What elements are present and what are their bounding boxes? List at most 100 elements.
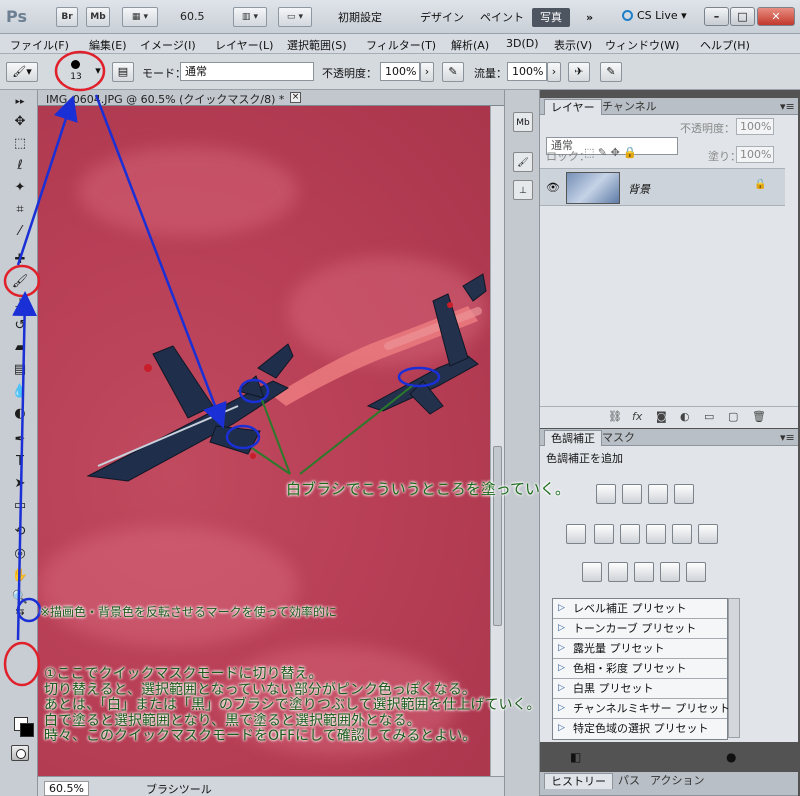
clone-stamp-tool-icon[interactable]: ⊥ xyxy=(11,296,29,312)
workspace-painting[interactable]: ペイント xyxy=(472,8,532,27)
fill-input[interactable]: 100% xyxy=(736,146,774,163)
quick-selection-tool-icon[interactable]: ✦ xyxy=(11,180,29,196)
gradient-tool-icon[interactable]: ▤ xyxy=(11,362,29,378)
mode-select[interactable]: 通常 xyxy=(180,62,314,81)
zoom-level[interactable]: 60.5 xyxy=(180,10,205,23)
3d-rotate-tool-icon[interactable]: ⟲ xyxy=(11,524,29,540)
pen-tool-icon[interactable]: ✒ xyxy=(11,432,29,448)
lasso-tool-icon[interactable]: ℓ xyxy=(11,158,29,174)
layer-row-background[interactable]: 👁 背景 🔒 xyxy=(540,168,785,206)
3d-orbit-tool-icon[interactable]: ◎ xyxy=(11,546,29,562)
brightness-icon[interactable] xyxy=(596,484,616,504)
blur-tool-icon[interactable]: 💧 xyxy=(11,384,29,400)
preset-black-white[interactable]: 白黒 プリセット xyxy=(553,679,727,699)
toolbox-collapse-icon[interactable]: ▸▸ xyxy=(11,94,29,110)
preset-selective-color[interactable]: 特定色域の選択 プリセット xyxy=(553,719,727,739)
background-color-swatch[interactable] xyxy=(20,723,34,737)
preset-exposure[interactable]: 露光量 プリセット xyxy=(553,639,727,659)
levels-icon[interactable] xyxy=(622,484,642,504)
screen-mode-button[interactable]: ▭ ▾ xyxy=(278,7,312,27)
workspace-photography[interactable]: 写真 xyxy=(532,8,570,27)
link-layers-icon[interactable]: ⛓ xyxy=(608,410,622,423)
photo-filter-icon[interactable] xyxy=(672,524,692,544)
opacity-input[interactable]: 100% xyxy=(380,62,420,81)
menu-select[interactable]: 選択範囲(S) xyxy=(287,37,347,53)
lock-icons[interactable]: ⬚ ✎ ✥ 🔒 xyxy=(584,146,637,159)
airbrush-icon[interactable]: ✈ xyxy=(568,62,590,82)
preset-curves[interactable]: トーンカーブ プリセット xyxy=(553,619,727,639)
preset-channel-mixer[interactable]: チャンネルミキサー プリセット xyxy=(553,699,730,719)
marquee-tool-icon[interactable]: ⬚ xyxy=(11,136,29,152)
spot-healing-tool-icon[interactable]: ✚ xyxy=(11,252,29,268)
eyedropper-tool-icon[interactable]: ⁄ xyxy=(11,224,29,240)
menu-analysis[interactable]: 解析(A) xyxy=(451,37,489,53)
curves-icon[interactable] xyxy=(648,484,668,504)
panel-menu-icon[interactable]: ▾≡ xyxy=(774,99,800,115)
tab-history[interactable]: ヒストリー xyxy=(544,773,613,789)
status-info[interactable]: ブラシツール xyxy=(146,781,212,796)
clone-source-icon[interactable]: ⊥ xyxy=(513,180,533,200)
close-document-icon[interactable]: × xyxy=(290,92,301,103)
tab-layers[interactable]: レイヤー xyxy=(544,99,602,115)
tab-channels[interactable]: チャンネル xyxy=(596,99,663,115)
preset-hue-saturation[interactable]: 色相・彩度 プリセット xyxy=(553,659,727,679)
document-tab[interactable]: IMG_0604.JPG @ 60.5% (クイックマスク/8) * × xyxy=(38,90,504,106)
menu-image[interactable]: イメージ(I) xyxy=(140,37,196,53)
new-group-icon[interactable]: ▭ xyxy=(704,410,714,423)
workspace-essentials[interactable]: 初期設定 xyxy=(330,8,390,27)
workspace-design[interactable]: デザイン xyxy=(412,8,472,27)
brush-presets-icon[interactable]: 🖌 xyxy=(513,152,533,172)
tablet-size-icon[interactable]: ✎ xyxy=(600,62,622,82)
tool-preset-picker[interactable]: 🖌▾ xyxy=(6,62,38,82)
hand-tool-icon[interactable]: ✋ xyxy=(11,568,29,584)
menu-window[interactable]: ウィンドウ(W) xyxy=(605,37,679,53)
swap-colors-icon[interactable]: ⇆ xyxy=(11,604,29,620)
menu-edit[interactable]: 編集(E) xyxy=(89,37,127,53)
arrange-documents-button[interactable]: ▥ ▾ xyxy=(233,7,267,27)
vibrance-icon[interactable] xyxy=(566,524,586,544)
menu-layer[interactable]: レイヤー(L) xyxy=(215,37,273,53)
bridge-button[interactable]: Br xyxy=(56,7,78,27)
history-brush-tool-icon[interactable]: ↺ xyxy=(11,318,29,334)
eraser-tool-icon[interactable]: ▰ xyxy=(11,340,29,356)
opacity-slider-button[interactable]: › xyxy=(420,62,434,82)
brush-picker-arrow[interactable]: ▾ xyxy=(92,62,104,82)
brush-panel-toggle-icon[interactable]: ▤ xyxy=(112,62,134,82)
brush-size-preview[interactable]: 13 xyxy=(62,58,90,86)
color-balance-icon[interactable] xyxy=(620,524,640,544)
crop-tool-icon[interactable]: ⌗ xyxy=(11,202,29,218)
new-layer-icon[interactable]: ▢ xyxy=(728,410,738,423)
channel-mixer-icon[interactable] xyxy=(698,524,718,544)
scrollbar-thumb[interactable] xyxy=(493,446,502,626)
cs-live-menu[interactable]: CS Live ▾ xyxy=(622,9,687,22)
tab-masks[interactable]: マスク xyxy=(596,430,641,446)
path-selection-tool-icon[interactable]: ➤ xyxy=(11,476,29,492)
more-workspaces-button[interactable]: » xyxy=(578,8,601,27)
tab-actions[interactable]: アクション xyxy=(644,773,710,789)
menu-file[interactable]: ファイル(F) xyxy=(10,37,69,53)
status-zoom-field[interactable]: 60.5% xyxy=(44,781,89,796)
trash-icon[interactable]: 🗑 xyxy=(752,410,766,423)
black-white-icon[interactable] xyxy=(646,524,666,544)
gradient-map-icon[interactable] xyxy=(660,562,680,582)
mini-bridge-button[interactable]: Mb xyxy=(86,7,110,27)
threshold-icon[interactable] xyxy=(634,562,654,582)
selective-color-icon[interactable] xyxy=(686,562,706,582)
flow-input[interactable]: 100% xyxy=(507,62,547,81)
flow-slider-button[interactable]: › xyxy=(547,62,561,82)
close-window-button[interactable]: ✕ xyxy=(757,7,795,26)
shape-tool-icon[interactable]: ▭ xyxy=(11,498,29,514)
exposure-icon[interactable] xyxy=(674,484,694,504)
move-tool-icon[interactable]: ✥ xyxy=(11,114,29,130)
minimize-button[interactable]: – xyxy=(704,7,729,26)
adjust-panel-menu-icon[interactable]: ▾≡ xyxy=(774,430,800,446)
quick-mask-mode-button[interactable] xyxy=(11,745,29,761)
new-adjustment-icon[interactable]: ◐ xyxy=(680,410,690,423)
tablet-opacity-icon[interactable]: ✎ xyxy=(442,62,464,82)
visibility-eye-icon[interactable]: 👁 xyxy=(546,181,560,194)
extras-button[interactable]: ▦ ▾ xyxy=(122,7,158,27)
posterize-icon[interactable] xyxy=(608,562,628,582)
fx-icon[interactable]: fx xyxy=(632,410,642,423)
menu-view[interactable]: 表示(V) xyxy=(554,37,592,53)
mini-bridge-icon[interactable]: Mb xyxy=(513,112,533,132)
